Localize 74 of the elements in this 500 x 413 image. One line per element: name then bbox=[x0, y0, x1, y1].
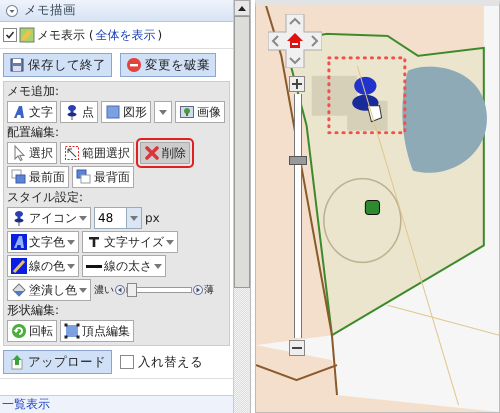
minus-icon bbox=[292, 347, 302, 349]
style-dropdown[interactable]: 文字色 bbox=[7, 231, 79, 253]
section-title: 形状編集: bbox=[7, 303, 60, 318]
image-icon bbox=[179, 104, 195, 120]
section-title: メモ追加: bbox=[7, 84, 60, 99]
display-label: メモ表示 ( bbox=[37, 26, 94, 44]
expand-icon[interactable] bbox=[6, 4, 18, 16]
unit-label: px bbox=[145, 211, 160, 225]
style-dropdown[interactable]: アイコン bbox=[7, 207, 91, 229]
checkbox-label: 入れ替える bbox=[138, 354, 203, 370]
checkbox[interactable] bbox=[3, 28, 17, 42]
caret-icon bbox=[166, 240, 174, 244]
caret-icon bbox=[67, 264, 75, 268]
scroll-up-icon[interactable] bbox=[238, 6, 246, 10]
upload-button[interactable]: アップロード bbox=[3, 350, 112, 374]
zoom-in-button[interactable] bbox=[289, 76, 305, 92]
size-field[interactable]: 48 bbox=[94, 207, 126, 229]
style-dropdown[interactable]: 線の太さ bbox=[82, 255, 166, 277]
tool-button[interactable]: 文字 bbox=[7, 101, 57, 123]
bring-front-icon bbox=[11, 169, 27, 185]
paint-bucket-icon bbox=[11, 282, 27, 298]
slider-thumb[interactable] bbox=[127, 283, 138, 297]
dropdown-button[interactable] bbox=[154, 101, 172, 123]
scrollbar-thumb[interactable] bbox=[234, 16, 250, 288]
range-select-icon bbox=[64, 145, 80, 161]
memo-map-icon bbox=[19, 27, 35, 43]
zoom-slider-thumb[interactable] bbox=[289, 156, 307, 165]
caret-icon bbox=[67, 240, 75, 244]
close-icon bbox=[144, 145, 160, 161]
style-dropdown[interactable]: 線の色 bbox=[7, 255, 79, 277]
style-dropdown[interactable]: 塗潰し色 bbox=[7, 279, 91, 301]
line-color-icon bbox=[11, 258, 27, 274]
vertex-edit-icon bbox=[64, 323, 80, 339]
square-icon bbox=[105, 104, 121, 120]
caret-icon bbox=[130, 216, 138, 220]
show-all-link[interactable]: 全体を表示 bbox=[96, 26, 156, 44]
send-back-icon bbox=[76, 169, 92, 185]
line-width-icon bbox=[86, 264, 102, 268]
panel-header[interactable]: メモ描画 bbox=[0, 0, 233, 22]
action-button[interactable]: 変更を破棄 bbox=[120, 53, 216, 77]
text-color-icon bbox=[11, 234, 27, 250]
tool-button[interactable]: 回転 bbox=[7, 320, 57, 342]
rotate-icon bbox=[11, 323, 27, 339]
tool-button[interactable]: 頂点編集 bbox=[60, 320, 134, 342]
no-entry-icon bbox=[126, 57, 142, 73]
tool-button[interactable]: 最背面 bbox=[72, 166, 134, 188]
scrollbar[interactable] bbox=[234, 0, 251, 413]
panel-title: メモ描画 bbox=[24, 2, 76, 19]
upload-icon bbox=[9, 354, 25, 370]
zoom-out-button[interactable] bbox=[289, 340, 305, 356]
section-title: スタイル設定: bbox=[7, 190, 84, 205]
style-dropdown[interactable]: 文字サイズ bbox=[82, 231, 178, 253]
text-tool-icon bbox=[11, 104, 27, 120]
caret-icon bbox=[79, 288, 87, 292]
tool-button[interactable]: 範囲選択 bbox=[60, 142, 134, 164]
caret-icon bbox=[154, 264, 162, 268]
plus-icon bbox=[292, 79, 302, 89]
slider-max-label: 薄 bbox=[204, 284, 214, 297]
section-title: 配置編集: bbox=[7, 125, 60, 140]
tool-button[interactable]: 画像 bbox=[175, 101, 225, 123]
checkbox[interactable] bbox=[120, 355, 134, 369]
tool-button[interactable]: 最前面 bbox=[7, 166, 69, 188]
dropdown-button[interactable] bbox=[126, 207, 142, 229]
pan-control[interactable] bbox=[268, 14, 322, 68]
tool-button[interactable]: 選択 bbox=[7, 142, 57, 164]
text-size-icon bbox=[86, 234, 102, 250]
caret-icon bbox=[79, 216, 87, 220]
action-button[interactable]: 保存して終了 bbox=[3, 53, 112, 77]
slider-min-label: 濃い bbox=[94, 284, 114, 297]
caret-icon bbox=[159, 110, 167, 114]
tool-button[interactable]: 図形 bbox=[101, 101, 151, 123]
tool-button[interactable]: 点 bbox=[60, 101, 98, 123]
close-paren: ) bbox=[158, 28, 162, 42]
list-view-link[interactable]: 一覧表示 bbox=[2, 396, 50, 413]
